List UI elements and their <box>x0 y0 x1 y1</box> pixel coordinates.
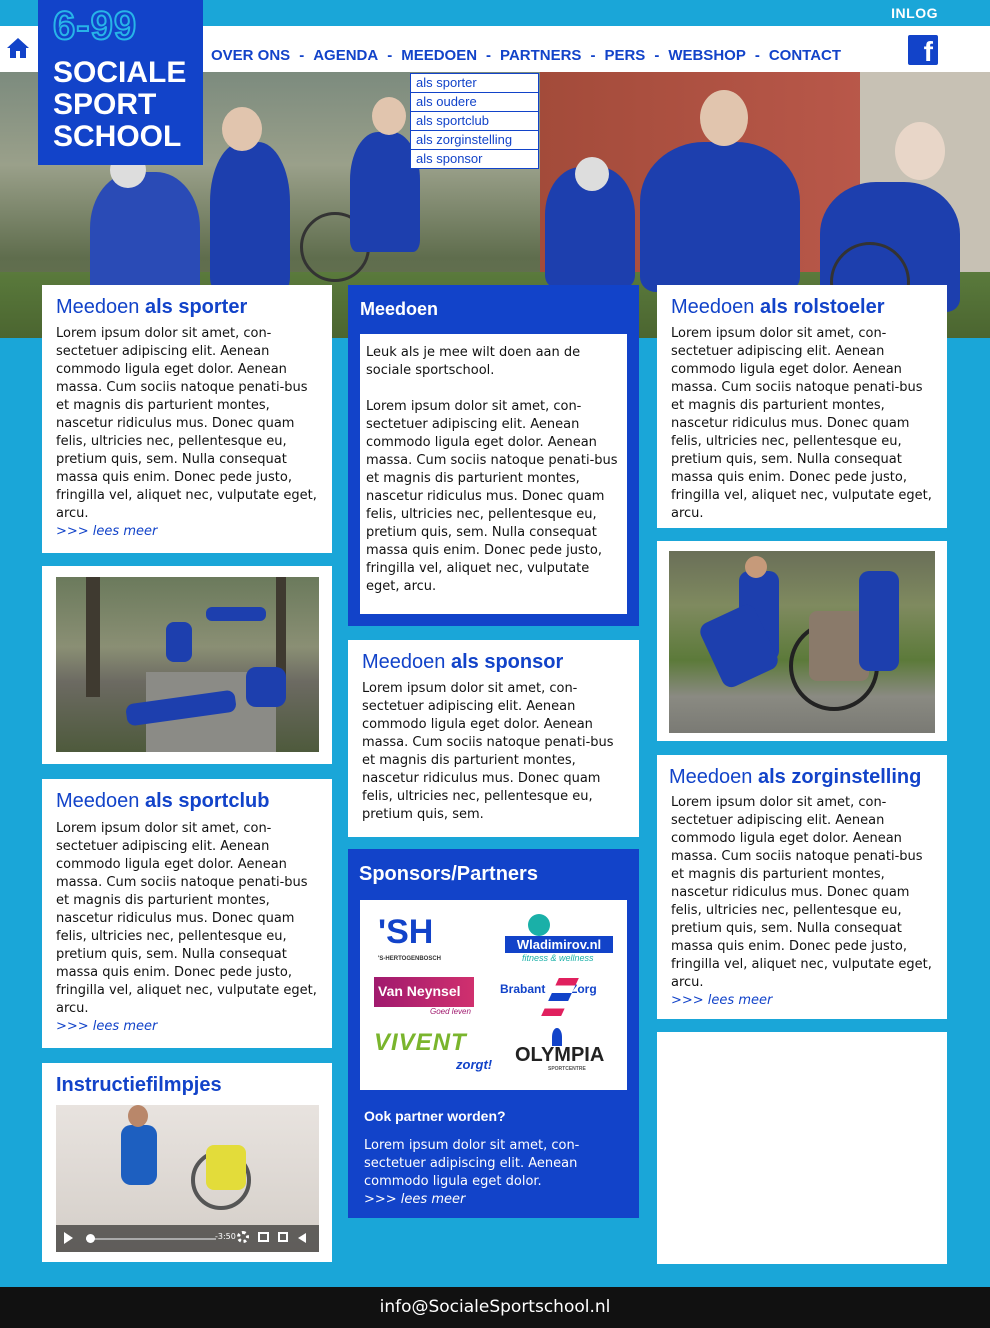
dropdown-item-sportclub[interactable]: als sportclub <box>411 112 538 131</box>
logo-vivent-sub: zorgt! <box>456 1057 493 1072</box>
logo-line-sport: SPORT <box>53 88 157 121</box>
dropdown-item-oudere[interactable]: als oudere <box>411 93 538 112</box>
card-text: Lorem ipsum dolor sit amet, con-sectetue… <box>671 326 932 521</box>
miniplayer-icon[interactable] <box>258 1232 269 1242</box>
sponsor-logos: 'SH 'S-HERTOGENBOSCH Wladimirov.nl fitne… <box>360 900 627 1090</box>
nav-pers[interactable]: PERS <box>604 47 645 64</box>
card-instructievideos: Instructiefilmpjes -3:50 <box>42 1063 332 1262</box>
seek-handle[interactable] <box>86 1234 95 1243</box>
hero-head <box>372 97 406 135</box>
meedoen-title: Meedoen <box>360 299 439 319</box>
footer-email-link[interactable]: info@SocialeSportschool.nl <box>380 1297 611 1317</box>
empty-card <box>657 1032 947 1264</box>
logo-brabantzorg[interactable]: Brabant <box>500 982 545 996</box>
login-link[interactable]: INLOG <box>891 5 938 21</box>
logo-line-school: SCHOOL <box>53 120 182 153</box>
card-title: Meedoen als zorginstelling <box>669 766 922 788</box>
card-sponsor: Meedoen als sponsor Lorem ipsum dolor si… <box>348 640 639 837</box>
fullscreen-icon[interactable] <box>278 1232 288 1242</box>
video-time: -3:50 <box>215 1232 236 1241</box>
logo-wladimirov[interactable]: Wladimirov.nl <box>505 936 613 953</box>
meedoen-intro: Leuk als je mee wilt doen aan de sociale… <box>366 345 581 378</box>
meedoen-textbox: Leuk als je mee wilt doen aan de sociale… <box>360 334 627 614</box>
nav-webshop[interactable]: WEBSHOP <box>668 47 746 64</box>
video-title: Instructiefilmpjes <box>56 1074 222 1096</box>
nav-contact[interactable]: CONTACT <box>769 47 841 64</box>
card-sportclub: Meedoen als sportclub Lorem ipsum dolor … <box>42 779 332 1048</box>
nav-separator: - <box>654 47 660 64</box>
logo-line-sociale: SOCIALE <box>53 56 187 89</box>
nav-over-ons[interactable]: OVER ONS <box>211 47 290 64</box>
brabantzorg-stripes-icon <box>541 978 579 1016</box>
footer: info@SocialeSportschool.nl <box>0 1287 990 1328</box>
partner-text: Lorem ipsum dolor sit amet, con-sectetue… <box>364 1138 580 1189</box>
instruction-video[interactable]: -3:50 <box>56 1105 319 1252</box>
meedoen-text: Lorem ipsum dolor sit amet, con-sectetue… <box>366 399 618 594</box>
nav-separator: - <box>387 47 393 64</box>
hero-head <box>222 107 262 151</box>
facebook-letter: f <box>923 36 933 67</box>
hero-head <box>575 157 609 191</box>
facebook-icon[interactable]: f <box>908 35 938 67</box>
logo-van-neynsel[interactable]: Van Neynsel <box>374 977 474 1007</box>
hero-head <box>700 90 748 146</box>
photo-card-wheelchair <box>657 541 947 741</box>
card-title: Meedoen als sportclub <box>56 790 270 812</box>
card-title: Meedoen als sporter <box>56 296 248 318</box>
nav-meedoen[interactable]: MEEDOEN <box>401 47 477 64</box>
card-text: Lorem ipsum dolor sit amet, con-sectetue… <box>671 795 932 990</box>
photo-card-pushups <box>42 566 332 764</box>
home-icon[interactable] <box>6 36 30 60</box>
logo-number: 6-99 <box>52 3 138 49</box>
partner-title: Ook partner worden? <box>364 1108 506 1124</box>
card-title: Meedoen als sponsor <box>362 651 564 673</box>
olympia-flame-icon <box>552 1028 562 1046</box>
hero-person <box>210 142 290 292</box>
read-more-link[interactable]: >>> lees meer <box>669 992 935 1010</box>
logo-olympia-sub: SPORTCENTRE <box>548 1066 586 1072</box>
card-sporter: Meedoen als sporter Lorem ipsum dolor si… <box>42 285 332 553</box>
card-text: Lorem ipsum dolor sit amet, con-sectetue… <box>362 681 614 822</box>
dropdown-item-sponsor[interactable]: als sponsor <box>411 150 538 169</box>
mute-icon[interactable] <box>298 1233 306 1243</box>
logo-van-neynsel-sub: Goed leven <box>430 1007 471 1016</box>
read-more-link[interactable]: >>> lees meer <box>56 1018 318 1036</box>
settings-icon[interactable] <box>237 1231 249 1243</box>
wladimirov-figure-icon <box>528 914 550 936</box>
meedoen-dropdown: als sporter als oudere als sportclub als… <box>410 73 539 169</box>
logo-vivent[interactable]: VIVENT <box>374 1029 467 1057</box>
read-more-link[interactable]: >>> lees meer <box>56 523 318 541</box>
pushups-photo <box>56 577 319 752</box>
card-text: Lorem ipsum dolor sit amet, con-sectetue… <box>56 821 317 1016</box>
main-nav: OVER ONS - AGENDA - MEEDOEN - PARTNERS -… <box>211 47 841 64</box>
nav-separator: - <box>754 47 760 64</box>
hero-person <box>640 142 800 292</box>
nav-partners[interactable]: PARTNERS <box>500 47 581 64</box>
dropdown-item-sporter[interactable]: als sporter <box>411 74 538 93</box>
hero-head <box>895 122 945 180</box>
nav-agenda[interactable]: AGENDA <box>313 47 378 64</box>
video-progress[interactable] <box>86 1238 216 1240</box>
sponsors-panel: Sponsors/Partners 'SH 'S-HERTOGENBOSCH W… <box>348 849 639 1218</box>
dropdown-item-zorginstelling[interactable]: als zorginstelling <box>411 131 538 150</box>
meedoen-panel: Meedoen Leuk als je mee wilt doen aan de… <box>348 285 639 626</box>
logo-wladimirov-sub: fitness & wellness <box>522 953 594 963</box>
card-zorginstelling: Meedoen als zorginstelling Lorem ipsum d… <box>657 755 947 1019</box>
nav-separator: - <box>590 47 596 64</box>
wheelchair-photo <box>669 551 935 733</box>
partner-read-more-link[interactable]: >>> lees meer <box>364 1191 465 1209</box>
card-rolstoeler: Meedoen als rolstoeler Lorem ipsum dolor… <box>657 285 947 528</box>
logo-s-hertogenbosch[interactable]: 'SH <box>378 913 433 952</box>
logo-olympia[interactable]: OLYMPIA <box>515 1044 604 1067</box>
sponsors-title: Sponsors/Partners <box>359 863 538 885</box>
card-title: Meedoen als rolstoeler <box>671 296 885 318</box>
play-icon[interactable] <box>64 1232 73 1244</box>
nav-separator: - <box>299 47 305 64</box>
card-text: Lorem ipsum dolor sit amet, con-sectetue… <box>56 326 317 521</box>
logo-s-hertogenbosch-text: 'S-HERTOGENBOSCH <box>378 956 441 962</box>
site-logo[interactable]: 6-99 SOCIALE SPORT SCHOOL <box>38 0 203 165</box>
nav-separator: - <box>486 47 492 64</box>
